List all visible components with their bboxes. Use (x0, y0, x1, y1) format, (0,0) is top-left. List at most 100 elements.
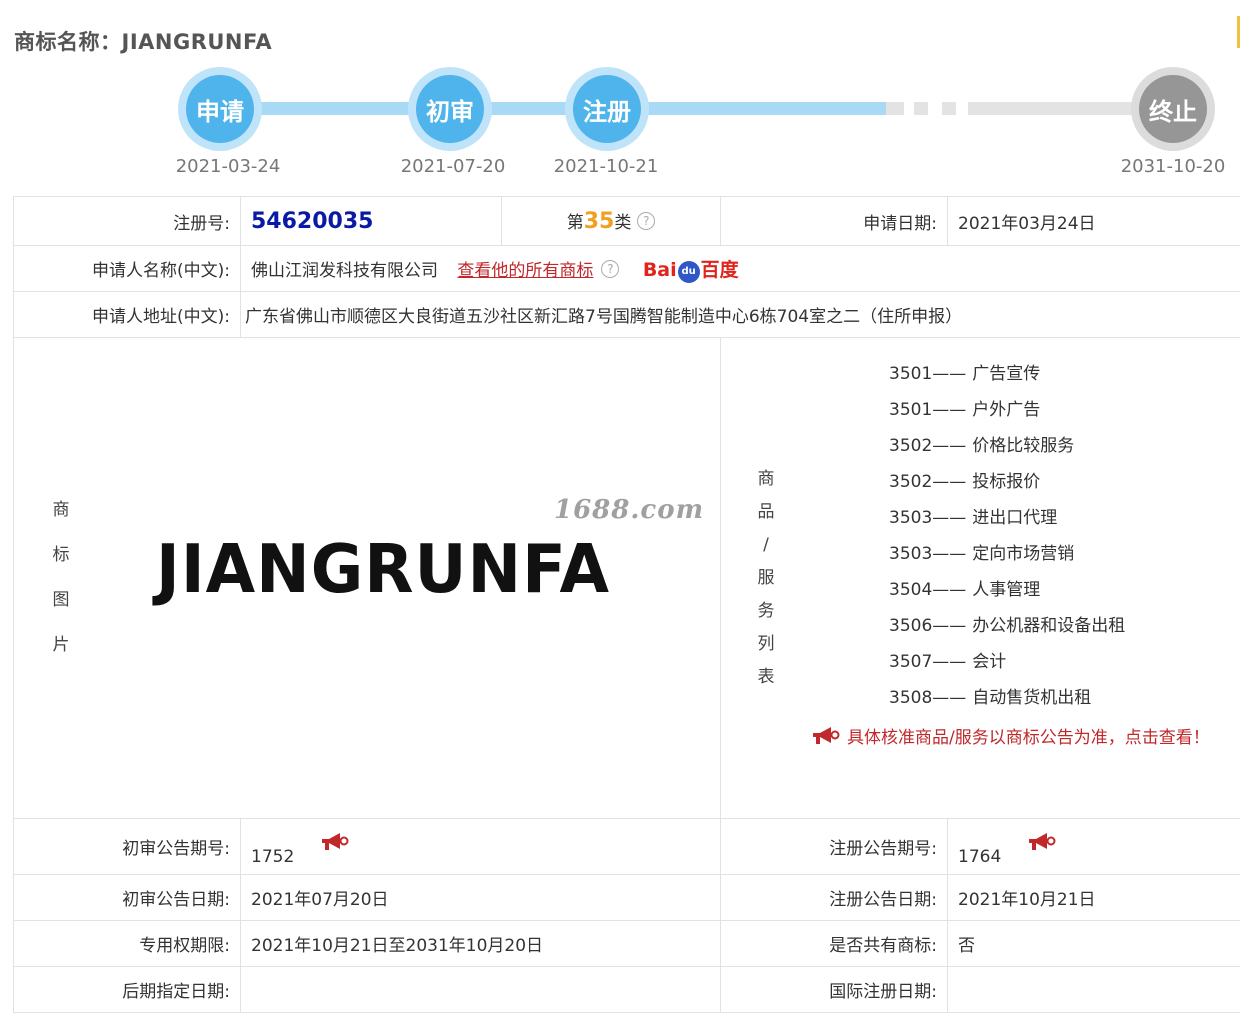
service-dash: —— (932, 508, 967, 528)
applicant-cell: 佛山江润发科技有限公司 查看他的所有商标? Bai du 百度 (240, 245, 1240, 292)
label-char: 表 (757, 666, 775, 687)
megaphone-icon (811, 726, 841, 746)
service-name: 投标报价 (972, 472, 1041, 492)
exclusive-period-label: 专用权期限: (13, 920, 241, 967)
service-code: 3501 (889, 364, 933, 384)
baidu-logo-text: Bai (642, 258, 677, 281)
label-char: 列 (757, 633, 775, 654)
services-notice-link[interactable]: 具体核准商品/服务以商标公告为准，点击查看！ (811, 723, 1210, 748)
service-code: 3508 (889, 688, 933, 708)
reg-pub-date-label: 注册公告日期: (720, 874, 948, 921)
service-name: 人事管理 (972, 580, 1041, 600)
timeline-track-dash (914, 102, 928, 115)
class-cell: 第35类? (501, 196, 721, 246)
baidu-paw-icon: du (677, 260, 700, 283)
service-name: 进出口代理 (972, 508, 1058, 528)
service-item: 3508—— 自动售货机出租 (889, 686, 1125, 722)
service-item: 3501—— 户外广告 (889, 398, 1125, 434)
prelim-no-label: 初审公告期号: (13, 818, 241, 875)
reg-pub-no-value: 1764 (958, 847, 1002, 867)
trademark-detail-table: 注册号: 54620035 第35类? 申请日期: 2021年03月24日 申请… (13, 196, 1240, 1013)
later-date-value (240, 966, 721, 1013)
reg-no-label: 注册号: (13, 196, 241, 246)
service-dash: —— (932, 400, 967, 420)
service-code: 3502 (889, 472, 933, 492)
shared-value: 否 (947, 920, 1240, 967)
address-label: 申请人地址(中文): (13, 291, 241, 338)
service-item: 3506—— 办公机器和设备出租 (889, 614, 1125, 650)
timeline-track-dash (942, 102, 956, 115)
step-date: 2021-07-20 (400, 156, 506, 177)
page-title: 商标名称：JIANGRUNFA (14, 30, 273, 54)
service-item: 3507—— 会计 (889, 650, 1125, 686)
timeline-step-register: 注册 (565, 67, 649, 151)
exclusive-period-value: 2021年10月21日至2031年10月20日 (240, 920, 721, 967)
service-item: 3503—— 定向市场营销 (889, 542, 1125, 578)
service-name: 价格比较服务 (972, 436, 1075, 456)
service-item: 3503—— 进出口代理 (889, 506, 1125, 542)
services-cell: 商 品 / 服 务 列 表 3501—— 广告宣传 3501—— 户外广告 3502… (720, 337, 1240, 819)
step-label: 终止 (1139, 75, 1207, 143)
reg-pub-date-value: 2021年10月21日 (947, 874, 1240, 921)
label-char: 商 (52, 500, 70, 520)
label-char: 图 (52, 590, 70, 610)
timeline-step-apply: 申请 (178, 67, 262, 151)
applicant-label: 申请人名称(中文): (13, 245, 241, 292)
service-name: 办公机器和设备出租 (972, 616, 1126, 636)
services-notice-text: 具体核准商品/服务以商标公告为准，点击查看！ (847, 728, 1210, 748)
step-date: 2021-10-21 (553, 156, 659, 177)
service-code: 3502 (889, 436, 933, 456)
step-date: 2021-03-24 (175, 156, 281, 177)
prelim-date-label: 初审公告日期: (13, 874, 241, 921)
image-label-wrap: 商 标 图 片 (14, 338, 108, 818)
service-code: 3507 (889, 652, 933, 672)
service-name: 会计 (972, 652, 1007, 672)
trademark-image-cell: 商 标 图 片 1688.com JIANGRUNFA (13, 337, 721, 819)
service-dash: —— (932, 544, 967, 564)
trademark-logo: JIANGRUNFA (156, 531, 610, 609)
service-code: 3504 (889, 580, 933, 600)
service-code: 3503 (889, 544, 933, 564)
service-name: 定向市场营销 (972, 544, 1075, 564)
services-list: 3501—— 广告宣传 3501—— 户外广告 3502—— 价格比较服务 3502—… (889, 362, 1125, 722)
service-dash: —— (932, 580, 967, 600)
baidu-logo-text: 百度 (700, 258, 739, 281)
label-char: 服 (757, 567, 775, 588)
service-code: 3506 (889, 616, 933, 636)
help-icon[interactable]: ? (637, 212, 656, 230)
prelim-date-value: 2021年07月20日 (240, 874, 721, 921)
service-name: 广告宣传 (972, 364, 1041, 384)
later-date-label: 后期指定日期: (13, 966, 241, 1013)
trademark-image-label: 商 标 图 片 (53, 488, 70, 668)
label-char: 务 (757, 600, 775, 621)
class-suffix: 类 (614, 213, 632, 233)
label-char: 品 (757, 501, 775, 522)
reg-pub-no-cell: 1764 (947, 818, 1240, 875)
label-char: 片 (52, 635, 70, 655)
view-all-trademarks-link[interactable]: 查看他的所有商标 (457, 261, 593, 281)
watermark: 1688.com (554, 495, 705, 525)
megaphone-icon[interactable] (1027, 832, 1057, 852)
label-char: / (763, 534, 769, 555)
address-value: 广东省佛山市顺德区大良街道五沙社区新汇路7号国腾智能制造中心6栋704室之二（住… (240, 291, 1240, 338)
reg-no-cell: 54620035 (240, 196, 502, 246)
baidu-search-link[interactable]: Bai du 百度 (643, 255, 739, 283)
service-dash: —— (932, 652, 967, 672)
services-label-wrap: 商 品 / 服 务 列 表 (721, 338, 811, 818)
service-name: 户外广告 (972, 400, 1041, 420)
service-dash: —— (932, 616, 967, 636)
megaphone-icon[interactable] (320, 832, 350, 852)
service-code: 3503 (889, 508, 933, 528)
prelim-no-value: 1752 (251, 847, 295, 867)
step-date: 2031-10-20 (1120, 156, 1226, 177)
help-icon[interactable]: ? (601, 259, 620, 278)
service-code: 3501 (889, 400, 933, 420)
label-char: 商 (757, 468, 775, 489)
apply-date-value: 2021年03月24日 (947, 196, 1240, 246)
step-label: 申请 (186, 75, 254, 143)
service-dash: —— (932, 436, 967, 456)
shared-label: 是否共有商标: (720, 920, 948, 967)
reg-no-value: 54620035 (251, 208, 374, 234)
applicant-value: 佛山江润发科技有限公司 (251, 260, 438, 281)
intl-date-value (947, 966, 1240, 1013)
